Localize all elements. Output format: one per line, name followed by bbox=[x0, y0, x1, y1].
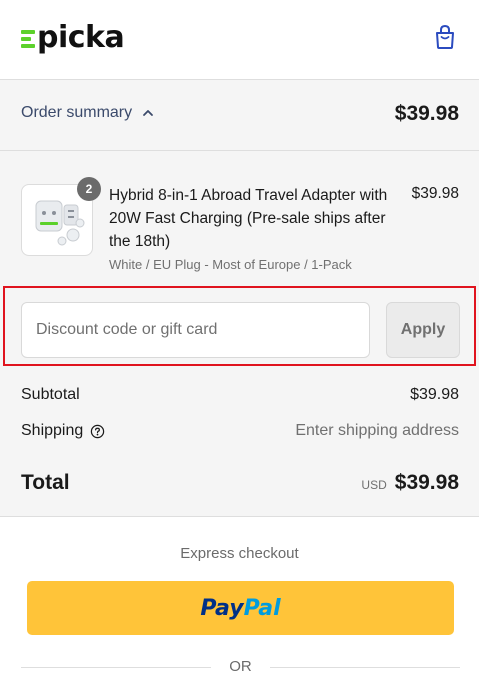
header: picka bbox=[0, 0, 479, 80]
total-value-row: USD $39.98 bbox=[361, 471, 459, 495]
shipping-label: Shipping bbox=[21, 422, 84, 439]
shipping-value: Enter shipping address bbox=[295, 422, 459, 439]
total-amount: $39.98 bbox=[394, 471, 459, 494]
or-divider: OR bbox=[21, 657, 460, 677]
help-icon[interactable] bbox=[90, 424, 105, 439]
quantity-badge: 2 bbox=[77, 177, 101, 201]
subtotal-value: $39.98 bbox=[410, 386, 459, 403]
logo-text: picka bbox=[37, 19, 125, 55]
shopping-bag-icon[interactable] bbox=[433, 24, 457, 50]
summary-total: $39.98 bbox=[394, 102, 459, 125]
currency-code: USD bbox=[361, 478, 387, 492]
order-summary-label: Order summary bbox=[21, 104, 133, 121]
total-label: Total bbox=[21, 471, 70, 494]
discount-code-input[interactable] bbox=[21, 302, 370, 358]
product-variant: White / EU Plug - Most of Europe / 1-Pac… bbox=[109, 257, 352, 272]
express-checkout-label: Express checkout bbox=[180, 545, 299, 562]
order-summary-toggle[interactable]: Order summary bbox=[21, 104, 154, 122]
paypal-logo-part1: Pay bbox=[200, 595, 244, 621]
logo[interactable]: picka bbox=[21, 19, 125, 55]
paypal-button[interactable]: Pay Pal bbox=[27, 581, 454, 635]
subtotal-label: Subtotal bbox=[21, 386, 80, 403]
order-summary-bar: Order summary $39.98 bbox=[0, 80, 479, 151]
order-details: 2 Hybrid 8-in-1 Abroad Travel Adapter wi… bbox=[0, 151, 479, 517]
chevron-up-icon bbox=[143, 110, 154, 116]
shipping-label-row: Shipping bbox=[21, 422, 105, 440]
divider-line-right bbox=[270, 667, 460, 668]
product-price: $39.98 bbox=[411, 185, 459, 202]
logo-mark-icon bbox=[21, 29, 35, 48]
product-title: Hybrid 8-in-1 Abroad Travel Adapter with… bbox=[109, 187, 388, 250]
paypal-logo-part2: Pal bbox=[243, 595, 281, 621]
apply-discount-button[interactable]: Apply bbox=[386, 302, 460, 358]
